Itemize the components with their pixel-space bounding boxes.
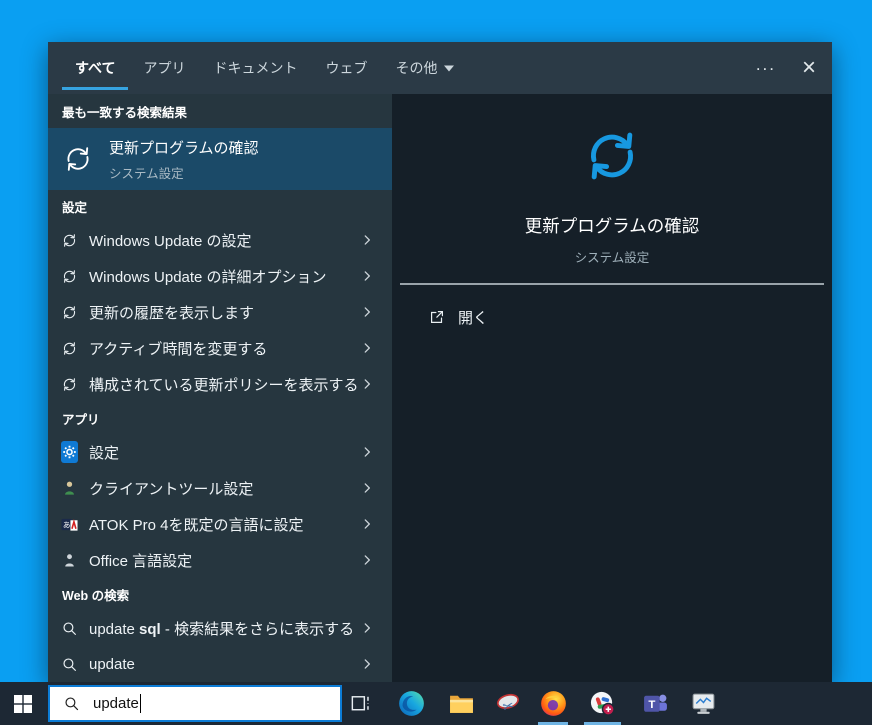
task-view-button[interactable] (346, 689, 374, 717)
tab-label: その他 (395, 60, 438, 76)
chevron-right-icon[interactable] (360, 621, 374, 635)
section-header-apps: アプリ (62, 412, 100, 427)
result-row[interactable]: Windows Update の設定 (48, 222, 392, 258)
result-label: Office 言語設定 (89, 552, 193, 570)
result-label: update sql - 検索結果をさらに表示する (89, 620, 355, 638)
close-button[interactable]: × (802, 42, 816, 94)
chevron-right-icon[interactable] (360, 553, 374, 567)
result-row[interactable]: 更新の履歴を表示します (48, 294, 392, 330)
best-match-header: 最も一致する検索結果 (62, 105, 188, 120)
section-header-settings: 設定 (62, 200, 88, 215)
office-icon (61, 552, 78, 569)
tab-label: アプリ (143, 60, 186, 76)
result-label: ATOK Pro 4を既定の言語に設定 (89, 516, 304, 534)
client-tools-icon (61, 480, 78, 497)
tab-all[interactable]: すべて (61, 42, 129, 94)
task-view-icon (351, 695, 369, 710)
file-explorer-icon[interactable] (447, 689, 475, 717)
snipping-tool-icon[interactable]: ✂ (494, 689, 522, 717)
chevron-right-icon[interactable] (360, 481, 374, 495)
refresh-icon (61, 376, 78, 393)
search-icon (61, 620, 78, 637)
open-external-icon (428, 308, 446, 326)
svg-text:あ: あ (63, 520, 71, 529)
tab-label: ウェブ (325, 60, 368, 76)
result-label: アクティブ時間を変更する (89, 340, 268, 358)
result-row[interactable]: あ ATOK Pro 4を既定の言語に設定 (48, 506, 392, 542)
result-row[interactable]: アクティブ時間を変更する (48, 330, 392, 366)
refresh-icon (61, 340, 78, 357)
result-row[interactable]: Windows Update の詳細オプション (48, 258, 392, 294)
search-icon (63, 695, 80, 712)
result-label: 構成されている更新ポリシーを表示する (89, 376, 359, 394)
refresh-icon (62, 143, 94, 175)
chevron-down-icon (444, 64, 455, 72)
refresh-icon (61, 232, 78, 249)
start-button[interactable] (0, 682, 46, 725)
text-cursor (139, 694, 141, 713)
result-row[interactable]: update sql - 検索結果をさらに表示する (48, 610, 392, 646)
system-monitor-icon[interactable] (689, 689, 717, 717)
result-label: update (89, 655, 135, 673)
open-action-label: 開く (458, 309, 489, 327)
firefox-icon[interactable] (539, 689, 567, 717)
best-match-subtitle: システム設定 (109, 166, 184, 181)
result-row[interactable]: 設定 (48, 434, 392, 470)
preview-pane: 更新プログラムの確認 システム設定 開く (392, 94, 832, 682)
chevron-right-icon[interactable] (360, 657, 374, 671)
open-action[interactable]: 開く (392, 299, 832, 335)
refresh-icon (61, 268, 78, 285)
chevron-right-icon[interactable] (360, 233, 374, 247)
chevron-right-icon[interactable] (360, 445, 374, 459)
taskbar-search-box[interactable]: update (48, 685, 342, 722)
result-label: Windows Update の設定 (89, 232, 252, 250)
preview-title: 更新プログラムの確認 (524, 216, 700, 236)
result-row[interactable]: 構成されている更新ポリシーを表示する (48, 366, 392, 402)
result-label: クライアントツール設定 (89, 480, 254, 498)
chevron-right-icon[interactable] (360, 305, 374, 319)
search-icon (61, 656, 78, 673)
best-match-title: 更新プログラムの確認 (109, 139, 259, 157)
search-flyout-panel: すべて アプリ ドキュメント ウェブ その他 ... × 最も一致する検索結果 更新プロ… (48, 42, 832, 682)
edge-icon[interactable] (397, 689, 425, 717)
settings-gear-icon (61, 441, 78, 463)
tab-label: すべて (75, 60, 116, 76)
tab-web[interactable]: ウェブ (311, 42, 381, 94)
preview-divider (400, 283, 824, 285)
tab-others[interactable]: その他 (381, 42, 468, 94)
chevron-right-icon[interactable] (360, 341, 374, 355)
chevron-right-icon[interactable] (360, 377, 374, 391)
chevron-right-icon[interactable] (360, 269, 374, 283)
teams-icon[interactable]: T (641, 689, 669, 717)
result-row[interactable]: Office 言語設定 (48, 542, 392, 578)
refresh-icon (581, 125, 643, 187)
app-badge-icon[interactable] (588, 689, 616, 717)
tab-documents[interactable]: ドキュメント (199, 42, 311, 94)
taskbar: update ✂ T (0, 682, 872, 725)
preview-subtitle: システム設定 (574, 251, 650, 265)
atok-icon: あ (61, 516, 78, 533)
result-label: Windows Update の詳細オプション (89, 268, 327, 286)
refresh-icon (61, 304, 78, 321)
svg-text:T: T (648, 699, 655, 711)
result-label: 設定 (89, 444, 120, 462)
chevron-right-icon[interactable] (360, 517, 374, 531)
more-options-button[interactable]: ... (756, 42, 776, 94)
results-pane: 最も一致する検索結果 更新プログラムの確認 システム設定 設定 Windows … (48, 94, 392, 682)
result-label: 更新の履歴を表示します (89, 304, 255, 322)
search-tabs: すべて アプリ ドキュメント ウェブ その他 (61, 42, 468, 94)
windows-logo-icon (14, 694, 32, 713)
result-row[interactable]: クライアントツール設定 (48, 470, 392, 506)
search-tabs-bar: すべて アプリ ドキュメント ウェブ その他 ... × (48, 42, 832, 94)
tab-label: ドキュメント (213, 60, 298, 76)
result-row[interactable]: update (48, 646, 392, 682)
tab-apps[interactable]: アプリ (129, 42, 199, 94)
taskbar-search-input[interactable]: update (93, 695, 139, 712)
best-match-item[interactable]: 更新プログラムの確認 システム設定 (48, 128, 392, 190)
section-header-web-search: Web の検索 (62, 588, 130, 603)
